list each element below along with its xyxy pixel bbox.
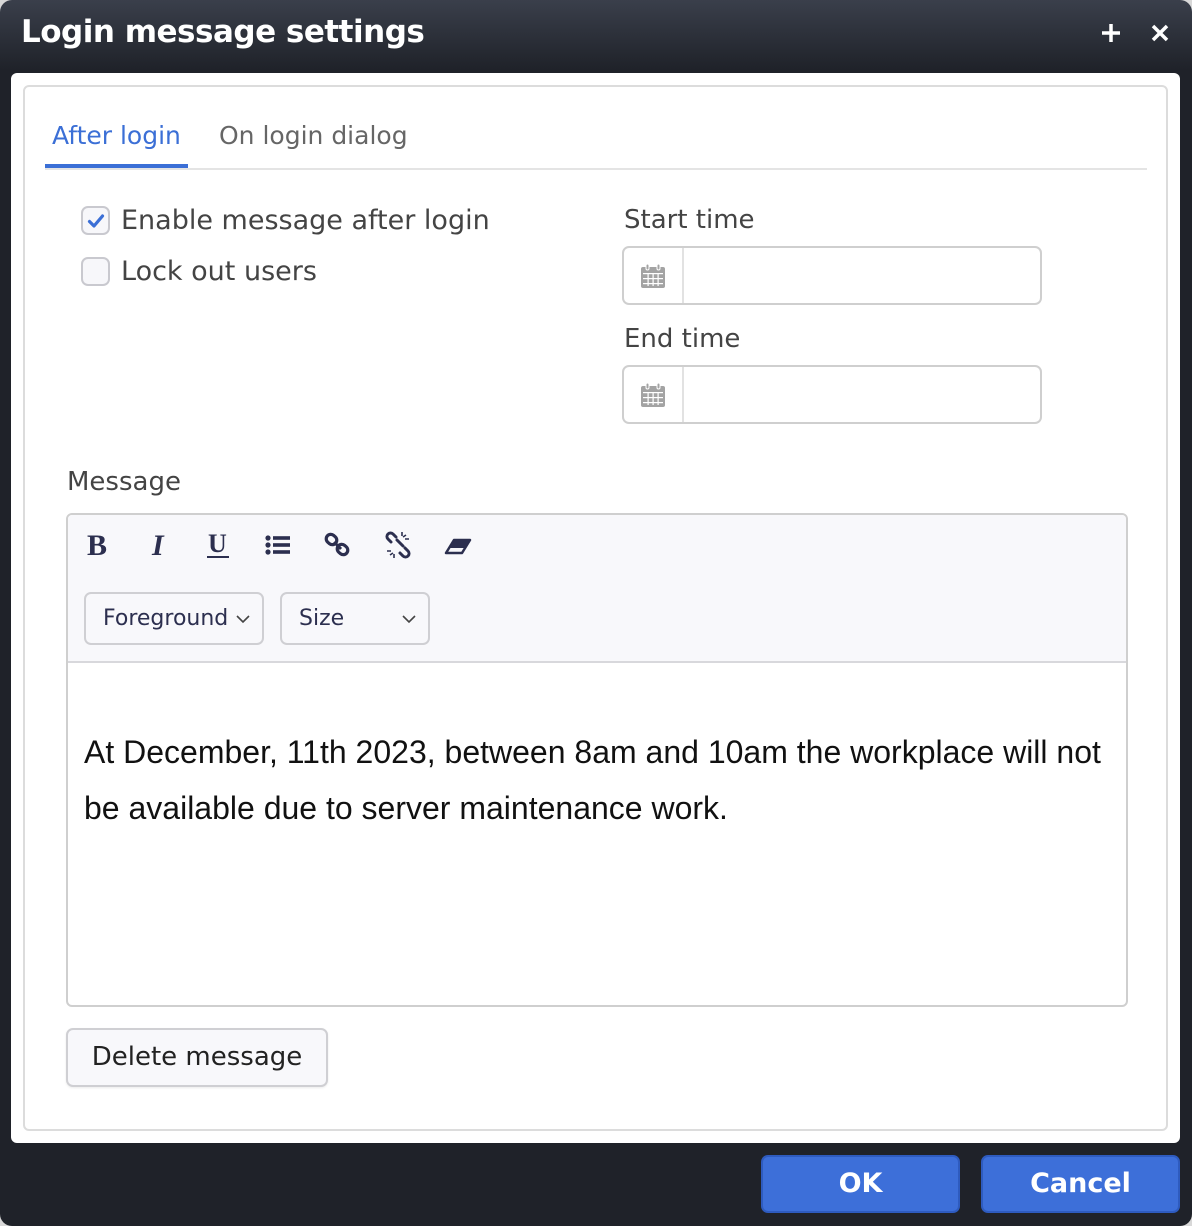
end-time-picker-button[interactable]	[624, 367, 684, 422]
bold-icon: B	[87, 530, 107, 560]
start-time-field	[622, 246, 1042, 305]
delete-message-button[interactable]: Delete message	[66, 1028, 328, 1087]
lock-out-users-checkbox-row[interactable]: Lock out users	[81, 256, 317, 287]
enable-message-label: Enable message after login	[121, 205, 490, 236]
tab-panel: After login On login dialog Enable messa…	[23, 85, 1168, 1131]
title-bar[interactable]: Login message settings	[0, 0, 1192, 70]
start-time-label: Start time	[624, 205, 755, 235]
plus-icon[interactable]	[1096, 18, 1126, 48]
italic-icon: I	[151, 530, 165, 560]
checkmark-icon	[87, 213, 104, 228]
bold-button[interactable]: B	[78, 525, 118, 565]
enable-message-checkbox-row[interactable]: Enable message after login	[81, 205, 490, 236]
end-time-label: End time	[624, 324, 741, 354]
enable-message-checkbox[interactable]	[81, 206, 110, 235]
calendar-icon	[641, 263, 665, 288]
login-message-settings-dialog: Login message settings After login On lo…	[0, 0, 1192, 1226]
list-icon	[265, 535, 290, 555]
link-icon	[324, 532, 350, 557]
end-time-input[interactable]	[684, 367, 1040, 422]
editor-toolbar: B I U Foreground Size	[68, 515, 1126, 663]
unlink-button[interactable]	[378, 525, 418, 565]
lock-out-users-checkbox[interactable]	[81, 257, 110, 286]
foreground-color-select[interactable]: Foreground	[84, 592, 264, 645]
end-time-field	[622, 365, 1042, 424]
ok-button[interactable]: OK	[761, 1155, 960, 1213]
size-select-value: Size	[299, 606, 345, 631]
dialog-title: Login message settings	[21, 14, 425, 50]
tab-bar: After login On login dialog	[45, 87, 1147, 170]
close-icon[interactable]	[1145, 18, 1175, 48]
foreground-select-value: Foreground	[103, 606, 229, 631]
svg-text:U: U	[208, 530, 227, 558]
underline-button[interactable]: U	[198, 525, 238, 565]
bulleted-list-button[interactable]	[258, 525, 298, 565]
italic-button[interactable]: I	[138, 525, 178, 565]
cancel-button[interactable]: Cancel	[981, 1155, 1180, 1213]
chevron-down-icon	[236, 615, 250, 624]
start-time-picker-button[interactable]	[624, 248, 684, 303]
link-button[interactable]	[318, 525, 358, 565]
chevron-down-icon	[402, 615, 416, 624]
clear-formatting-button[interactable]	[438, 525, 478, 565]
tab-after-login[interactable]: After login	[45, 121, 188, 168]
content-panel: After login On login dialog Enable messa…	[11, 73, 1180, 1143]
svg-text:B: B	[87, 530, 107, 560]
unlink-icon	[385, 531, 411, 559]
message-content[interactable]: At December, 11th 2023, between 8am and …	[84, 724, 1116, 836]
message-editor: B I U Foreground Size At December, 11th …	[66, 513, 1128, 1007]
lock-out-users-label: Lock out users	[121, 256, 317, 287]
message-label: Message	[67, 467, 181, 497]
tab-on-login-dialog[interactable]: On login dialog	[212, 121, 415, 164]
start-time-input[interactable]	[684, 248, 1040, 303]
svg-text:I: I	[151, 530, 165, 560]
font-size-select[interactable]: Size	[280, 592, 430, 645]
eraser-icon	[444, 538, 472, 555]
underline-icon: U	[207, 530, 229, 558]
calendar-icon	[641, 382, 665, 407]
